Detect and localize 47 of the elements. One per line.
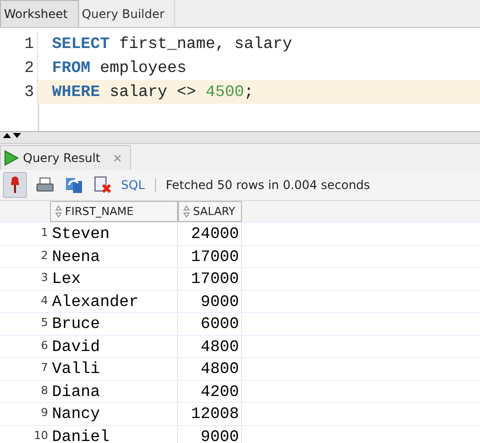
row-number: 8	[40, 382, 49, 398]
table-cell: 4200	[178, 380, 242, 402]
row-number: 4	[40, 292, 49, 308]
tab-label: Query Result	[23, 151, 100, 165]
table-cell: 9000	[178, 290, 242, 312]
status-text: Fetched 50 rows in 0.004 seconds	[166, 178, 370, 192]
table-cell: Valli	[50, 358, 178, 380]
row-number: 3	[40, 270, 49, 286]
table-cell: Lex	[50, 268, 178, 290]
table-cell: 4800	[178, 358, 242, 380]
row-number: 5	[40, 315, 49, 331]
line-number: 2	[0, 56, 38, 80]
row-number: 6	[40, 338, 49, 354]
table-cell: 6000	[178, 313, 242, 334]
pin-icon[interactable]	[3, 172, 27, 198]
table-cell: 24000	[178, 223, 242, 244]
sql-button[interactable]: SQL	[121, 178, 145, 192]
table-cell: Bruce	[50, 313, 178, 334]
row-number: 9	[40, 405, 49, 421]
editor-tab[interactable]: Query Builder	[78, 0, 176, 27]
row-number: 1	[40, 225, 49, 241]
table-cell: 9000	[178, 426, 242, 443]
table-cell: 4800	[178, 336, 242, 357]
table-cell: Neena	[50, 246, 178, 267]
row-number: 10	[33, 428, 49, 443]
table-cell: David	[50, 336, 178, 357]
sort-icon[interactable]	[55, 205, 62, 218]
splitter-arrows-icon[interactable]	[3, 132, 23, 139]
table-cell: Nancy	[50, 403, 178, 424]
row-number: 7	[40, 360, 49, 376]
table-cell: Alexander	[50, 290, 178, 312]
row-number: 2	[40, 248, 49, 264]
play-icon	[4, 150, 19, 166]
table-cell: Daniel	[50, 426, 178, 443]
table-cell: Steven	[50, 223, 178, 244]
table-cell: 17000	[178, 268, 242, 290]
column-header[interactable]: SALARY	[178, 201, 242, 222]
table-cell: Diana	[50, 380, 178, 402]
query-result-tab[interactable]: Query Result ×	[0, 145, 132, 170]
sort-icon[interactable]	[183, 205, 190, 218]
table-cell: 17000	[178, 246, 242, 267]
editor-tab[interactable]: Worksheet	[0, 0, 79, 27]
table-cell: 12008	[178, 403, 242, 424]
line-number: 1	[0, 32, 38, 56]
code-line: SELECT first_name, salary	[51, 34, 294, 55]
column-header[interactable]: FIRST_NAME	[50, 201, 178, 222]
code-line: FROM employees	[51, 58, 188, 79]
